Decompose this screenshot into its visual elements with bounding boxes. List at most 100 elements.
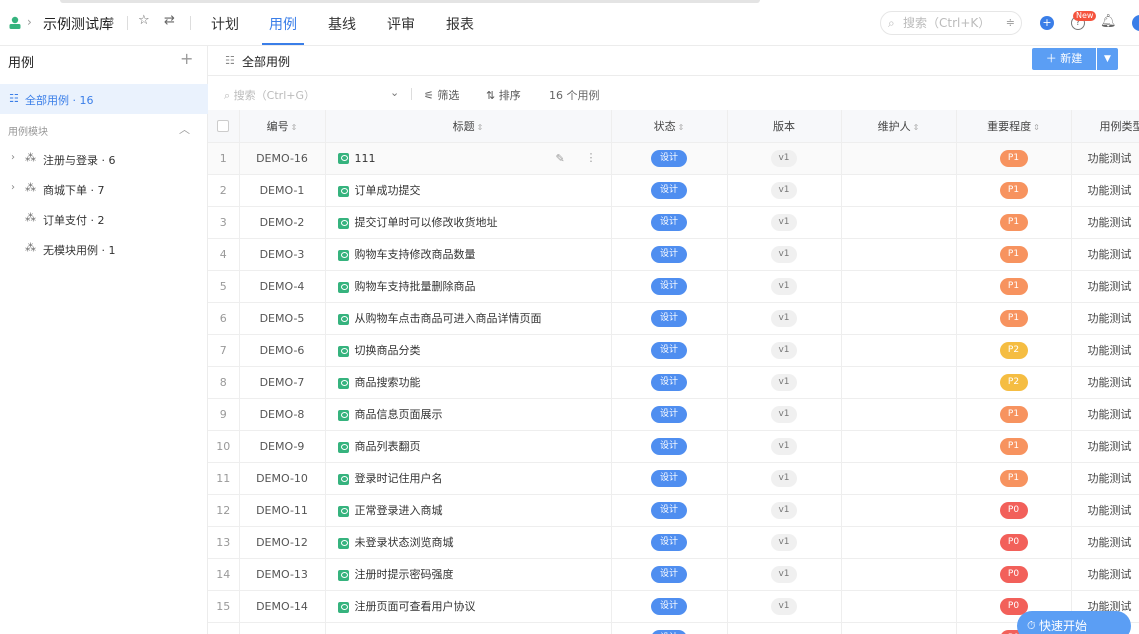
case-title-cell[interactable]: 商品信息页面展示 — [325, 398, 612, 431]
add-module-icon[interactable]: + — [180, 49, 193, 68]
maintainer-cell[interactable] — [841, 398, 957, 431]
maintainer-cell[interactable] — [841, 430, 957, 463]
priority-badge[interactable]: P0 — [999, 565, 1028, 583]
status-badge[interactable]: 设计 — [651, 565, 687, 583]
sort-button[interactable]: ⇅ 排序 — [486, 87, 521, 103]
filter-icon[interactable]: ≑ — [1006, 12, 1015, 34]
add-circle-icon[interactable]: + — [1040, 16, 1054, 30]
tab-baseline[interactable]: 基线 — [328, 14, 356, 34]
maintainer-cell[interactable] — [841, 302, 957, 335]
bell-icon[interactable]: 🔔︎ — [1100, 14, 1117, 29]
table-row[interactable]: 3 DEMO-2 提交订单时可以修改收货地址 设计 v1 P1 功能测试 — [208, 206, 1139, 239]
priority-cell[interactable]: P2 — [956, 366, 1072, 399]
column-header-status[interactable]: 状态 ⇕ — [611, 110, 728, 143]
priority-badge[interactable]: P2 — [999, 373, 1028, 391]
column-header-version[interactable]: 版本 — [727, 110, 842, 143]
priority-cell[interactable]: P1 — [956, 462, 1072, 495]
priority-cell[interactable]: P1 — [956, 302, 1072, 335]
maintainer-cell[interactable] — [841, 622, 957, 634]
case-title[interactable]: 111 — [355, 152, 376, 165]
tab-plan[interactable]: 计划 — [211, 14, 239, 34]
column-header-maintainer[interactable]: 维护人 ⇕ — [841, 110, 957, 143]
maintainer-cell[interactable] — [841, 270, 957, 303]
priority-badge[interactable]: P2 — [999, 341, 1028, 359]
column-header-title[interactable]: 标题 ⇕ — [325, 110, 612, 143]
sidebar-item-module[interactable]: › ⁂ 注册与登录 · 6 — [0, 148, 208, 170]
project-switch-icon[interactable]: ⇕ — [107, 15, 116, 28]
table-row[interactable]: 4 DEMO-3 购物车支持修改商品数量 设计 v1 P1 功能测试 — [208, 238, 1139, 271]
table-row[interactable]: 9 DEMO-8 商品信息页面展示 设计 v1 P1 功能测试 — [208, 398, 1139, 431]
column-header-type[interactable]: 用例类型 — [1071, 110, 1139, 143]
status-cell[interactable]: 设计 — [611, 526, 728, 559]
status-cell[interactable]: 设计 — [611, 398, 728, 431]
maintainer-cell[interactable] — [841, 494, 957, 527]
table-row[interactable]: 8 DEMO-7 商品搜索功能 设计 v1 P2 功能测试 — [208, 366, 1139, 399]
status-cell[interactable]: 设计 — [611, 494, 728, 527]
priority-badge[interactable]: P1 — [999, 181, 1028, 199]
sort-icon[interactable]: ⇕ — [913, 123, 920, 132]
priority-cell[interactable]: P1 — [956, 270, 1072, 303]
avatar[interactable] — [1132, 15, 1139, 31]
case-title[interactable]: 商品搜索功能 — [355, 376, 421, 389]
status-badge[interactable]: 设计 — [651, 245, 687, 263]
case-title-cell[interactable]: 登录时记住用户名 — [325, 462, 612, 495]
priority-badge[interactable]: P1 — [999, 149, 1028, 167]
case-title-cell[interactable]: 购物车支持修改商品数量 — [325, 238, 612, 271]
status-badge[interactable]: 设计 — [651, 309, 687, 327]
status-badge[interactable]: 设计 — [651, 437, 687, 455]
table-row[interactable]: 13 DEMO-12 未登录状态浏览商城 设计 v1 P0 功能测试 — [208, 526, 1139, 559]
tab-cases[interactable]: 用例 — [269, 14, 297, 34]
star-icon[interactable]: ☆ — [138, 13, 150, 28]
new-case-button[interactable]: ＋ 新建 — [1032, 48, 1096, 70]
filter-button[interactable]: ⚟ 筛选 — [424, 87, 459, 103]
status-badge[interactable]: 设计 — [651, 181, 687, 199]
sidebar-item-all-cases[interactable]: ☷ 全部用例 · 16 — [0, 84, 208, 114]
case-title[interactable]: 注册页面可查看用户协议 — [355, 600, 476, 613]
priority-cell[interactable]: P2 — [956, 334, 1072, 367]
sidebar-item-module[interactable]: ⁂ 无模块用例 · 1 — [0, 238, 208, 260]
case-title[interactable]: 订单成功提交 — [355, 184, 421, 197]
case-title-cell[interactable]: 注册时提示密码强度 — [325, 558, 612, 591]
priority-badge[interactable]: P1 — [999, 213, 1028, 231]
status-badge[interactable]: 设计 — [651, 341, 687, 359]
edit-icon[interactable]: ✎ — [556, 152, 565, 165]
table-row[interactable]: 12 DEMO-11 正常登录进入商城 设计 v1 P0 功能测试 — [208, 494, 1139, 527]
maintainer-cell[interactable] — [841, 334, 957, 367]
case-title[interactable]: 购物车支持批量删除商品 — [355, 280, 476, 293]
chevron-right-icon[interactable]: › — [11, 182, 15, 193]
priority-badge[interactable]: P0 — [999, 501, 1028, 519]
status-cell[interactable]: 设计 — [611, 302, 728, 335]
tab-review[interactable]: 评审 — [387, 14, 415, 34]
case-title-cell[interactable]: 商品列表翻页 — [325, 430, 612, 463]
table-row[interactable]: 设计P0 — [208, 622, 1139, 634]
priority-badge[interactable]: P1 — [999, 277, 1028, 295]
table-row[interactable]: 11 DEMO-10 登录时记住用户名 设计 v1 P1 功能测试 — [208, 462, 1139, 495]
maintainer-cell[interactable] — [841, 558, 957, 591]
case-title[interactable]: 购物车支持修改商品数量 — [355, 248, 476, 261]
chevron-down-icon[interactable]: ▼ — [1097, 48, 1118, 70]
case-title-cell[interactable]: 切换商品分类 — [325, 334, 612, 367]
sidebar-item-module[interactable]: ⁂ 订单支付 · 2 — [0, 208, 208, 230]
sort-icon[interactable]: ⇕ — [477, 123, 484, 132]
status-badge[interactable]: 设计 — [651, 469, 687, 487]
table-row[interactable]: 10 DEMO-9 商品列表翻页 设计 v1 P1 功能测试 — [208, 430, 1139, 463]
maintainer-cell[interactable] — [841, 238, 957, 271]
select-all-checkbox[interactable] — [208, 110, 240, 143]
case-search-input[interactable]: ⌕ 搜索（Ctrl+G） — [224, 87, 315, 103]
case-title[interactable]: 正常登录进入商城 — [355, 504, 443, 517]
status-badge[interactable]: 设计 — [651, 501, 687, 519]
case-title-cell[interactable]: 订单成功提交 — [325, 174, 612, 207]
chevron-right-icon[interactable]: › — [11, 152, 15, 163]
status-cell[interactable]: 设计 — [611, 558, 728, 591]
case-title-cell[interactable]: 提交订单时可以修改收货地址 — [325, 206, 612, 239]
case-title[interactable]: 商品列表翻页 — [355, 440, 421, 453]
more-icon[interactable]: ⋮ — [586, 151, 597, 164]
case-title[interactable]: 切换商品分类 — [355, 344, 421, 357]
status-cell[interactable]: 设计 — [611, 462, 728, 495]
case-title-cell[interactable]: 商品搜索功能 — [325, 366, 612, 399]
status-badge[interactable]: 设计 — [651, 597, 687, 615]
priority-badge[interactable]: P1 — [999, 469, 1028, 487]
priority-badge[interactable]: P1 — [999, 437, 1028, 455]
maintainer-cell[interactable] — [841, 142, 957, 175]
sidebar-item-module[interactable]: › ⁂ 商城下单 · 7 — [0, 178, 208, 200]
